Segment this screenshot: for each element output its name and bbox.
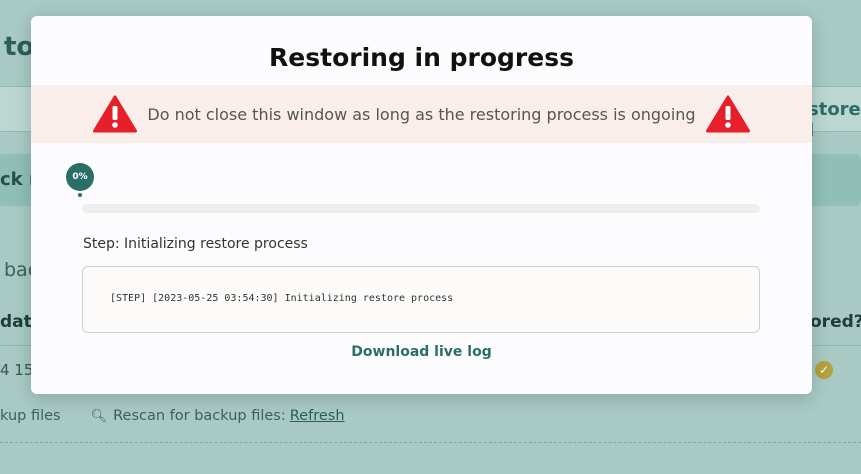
column-header-restored: ored? bbox=[810, 312, 861, 332]
progress-marker bbox=[78, 193, 82, 197]
page-title: to bbox=[4, 32, 35, 62]
backup-footer: kup files 🔍︎ Rescan for backup files: Re… bbox=[0, 408, 345, 424]
download-live-log-link[interactable]: Download live log bbox=[31, 344, 812, 360]
restore-progress-modal: Restoring in progress Do not close this … bbox=[31, 16, 812, 394]
search-icon: 🔍︎ bbox=[90, 408, 108, 424]
progress-percentage-badge: 0% bbox=[66, 163, 94, 191]
tab-restore[interactable]: store l bbox=[808, 99, 861, 141]
refresh-link[interactable]: Refresh bbox=[290, 408, 345, 424]
warning-icon bbox=[705, 95, 750, 133]
footer-divider bbox=[0, 442, 861, 443]
log-line: [STEP] [2023-05-25 03:54:30] Initializin… bbox=[110, 293, 454, 304]
live-log-panel[interactable]: [STEP] [2023-05-25 03:54:30] Initializin… bbox=[82, 266, 760, 333]
modal-title: Restoring in progress bbox=[269, 43, 574, 72]
current-step-text: Step: Initializing restore process bbox=[83, 236, 308, 252]
warning-icon bbox=[93, 95, 138, 133]
footer-rescan-label: Rescan for backup files: bbox=[113, 408, 286, 424]
warning-banner: Do not close this window as long as the … bbox=[31, 85, 812, 143]
footer-backup-files: kup files bbox=[0, 408, 61, 424]
progress-bar bbox=[82, 204, 760, 213]
warning-text: Do not close this window as long as the … bbox=[147, 104, 696, 124]
restored-check-icon: ✓ bbox=[815, 361, 833, 379]
